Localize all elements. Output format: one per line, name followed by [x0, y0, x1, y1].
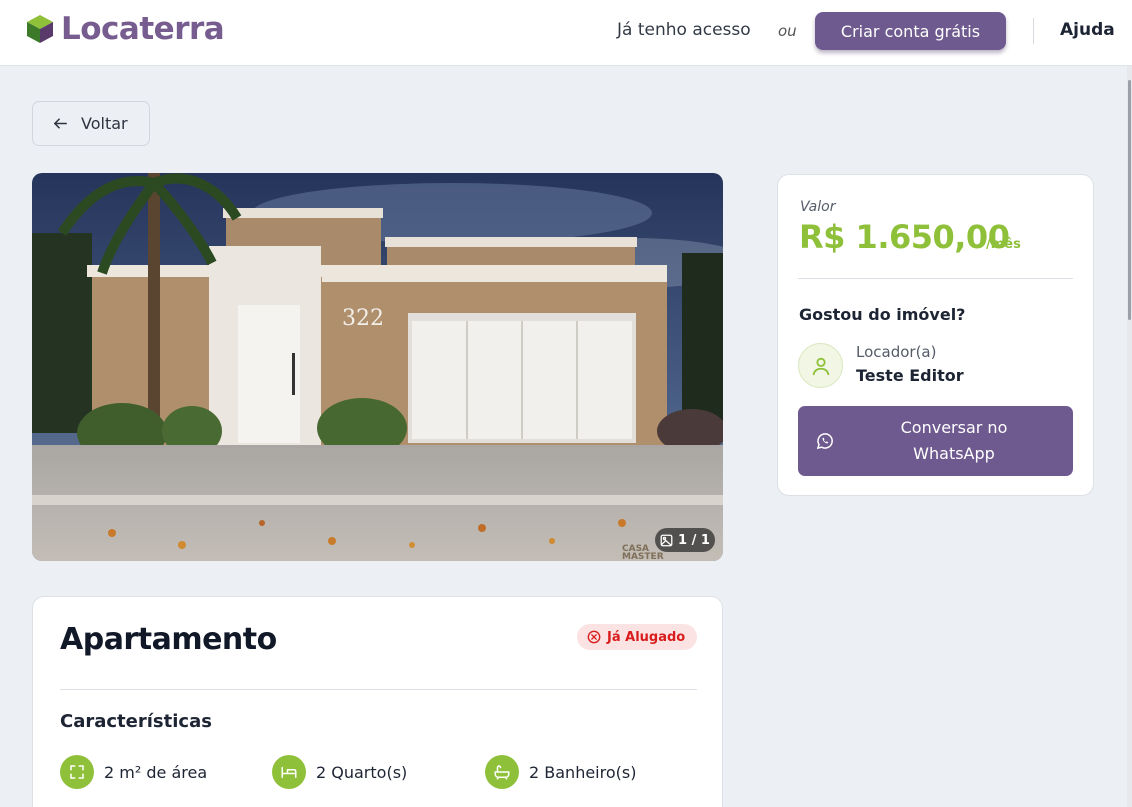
liked-question: Gostou do imóvel?	[799, 305, 966, 324]
feature-bathrooms-label: 2 Banheiro(s)	[529, 762, 637, 782]
status-badge: Já Alugado	[577, 624, 697, 650]
bed-icon	[272, 755, 306, 789]
feature-bedrooms: 2 Quarto(s)	[272, 755, 407, 789]
landlord-name: Teste Editor	[856, 366, 964, 385]
photo-counter-text: 1 / 1	[678, 532, 710, 548]
whatsapp-button[interactable]: Conversar no WhatsApp	[798, 406, 1073, 476]
landlord-role: Locador(a)	[856, 343, 937, 361]
details-divider	[60, 689, 697, 690]
help-link[interactable]: Ajuda	[1060, 20, 1115, 40]
back-label: Voltar	[81, 114, 128, 133]
feature-area: 2 m² de área	[60, 755, 207, 789]
header-divider	[1033, 18, 1034, 44]
x-circle-icon	[587, 630, 601, 644]
or-separator: ou	[778, 22, 797, 40]
bathtub-icon	[485, 755, 519, 789]
price-card: Valor R$ 1.650,00 /mês Gostou do imóvel?…	[777, 174, 1094, 496]
property-details-card: Apartamento Já Alugado Características 2…	[32, 596, 723, 807]
features-title: Características	[60, 711, 212, 732]
whatsapp-icon	[816, 433, 833, 450]
status-text: Já Alugado	[607, 629, 686, 645]
whatsapp-label: Conversar no WhatsApp	[900, 418, 1008, 463]
avatar	[798, 343, 843, 388]
photo-counter[interactable]: 1 / 1	[655, 528, 715, 552]
user-icon	[812, 357, 829, 375]
back-button[interactable]: Voltar	[32, 101, 150, 146]
brand-name: Locaterra	[61, 11, 225, 47]
feature-bathrooms: 2 Banheiro(s)	[485, 755, 636, 789]
feature-bedrooms-label: 2 Quarto(s)	[316, 762, 408, 782]
arrow-left-icon	[54, 118, 67, 129]
brand-logo[interactable]: Locaterra	[25, 11, 225, 47]
house-number-label: 322	[342, 306, 384, 331]
login-link[interactable]: Já tenho acesso	[617, 20, 751, 40]
area-icon	[60, 755, 94, 789]
property-type-title: Apartamento	[60, 622, 277, 657]
photo-watermark: CASA MASTER	[622, 544, 664, 562]
price-unit: /mês	[986, 237, 1021, 252]
scrollbar-thumb[interactable]	[1128, 80, 1131, 320]
price-label: Valor	[800, 199, 836, 215]
property-photo[interactable]: 322	[32, 173, 723, 561]
price-divider	[798, 278, 1073, 279]
create-account-button[interactable]: Criar conta grátis	[815, 12, 1006, 50]
feature-area-label: 2 m² de área	[104, 762, 208, 782]
cube-logo-icon	[27, 15, 53, 43]
top-header: Locaterra Já tenho acesso ou Criar conta…	[0, 0, 1132, 66]
house-image: 322	[32, 173, 723, 561]
price-value: R$ 1.650,00	[799, 218, 1010, 256]
